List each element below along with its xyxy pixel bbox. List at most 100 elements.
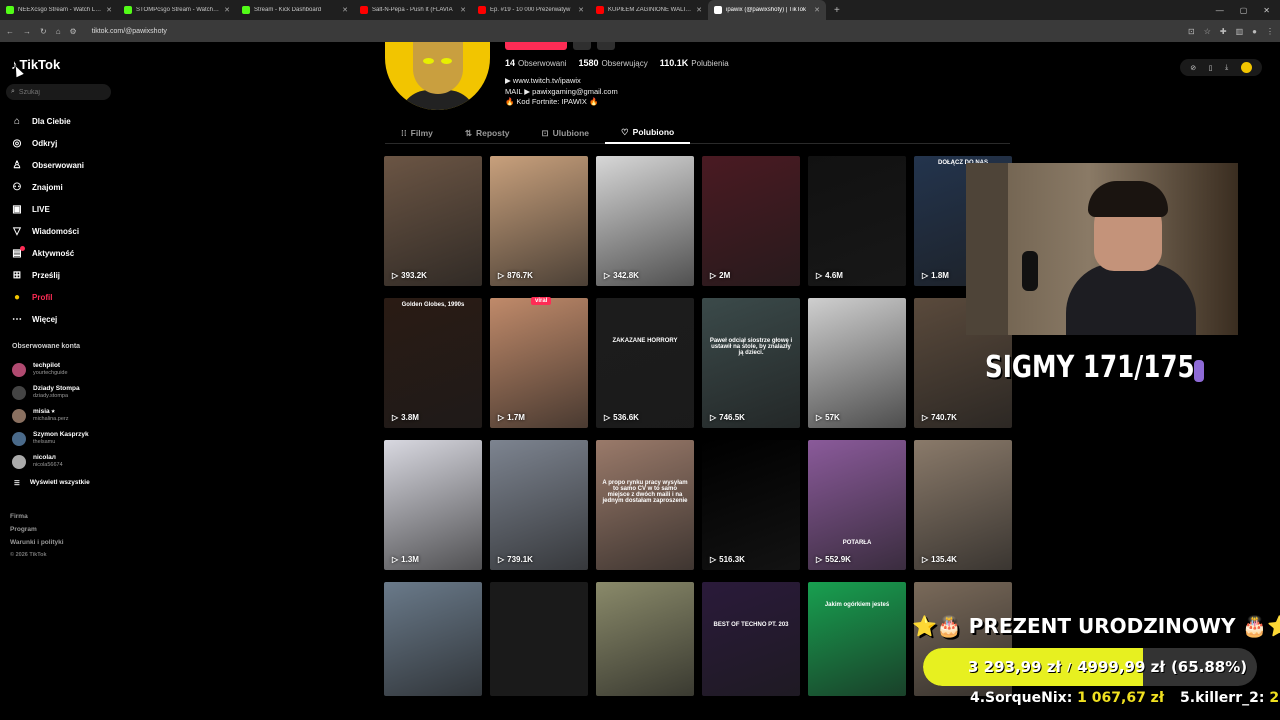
show-all-link[interactable]: ☰ Wyświetl wszystkie xyxy=(14,479,90,487)
tab-icon: ⁞⁞ xyxy=(401,128,407,138)
video-tile[interactable]: ZAKAZANE HORRORY ▷ 536.6K xyxy=(596,298,694,428)
sidebar-item-messages[interactable]: ▽ Wiadomości xyxy=(10,220,84,242)
profile-icon[interactable]: ● xyxy=(1252,27,1257,36)
sidebar-item-label: Dla Ciebie xyxy=(32,116,71,126)
tab-close-icon[interactable]: ✕ xyxy=(106,6,112,14)
tab-reposty[interactable]: ⇅ Reposty xyxy=(449,122,526,144)
followed-account[interactable]: Szymon Kasprzyk thelsamu xyxy=(12,427,89,450)
sidebar-item-more[interactable]: ⋯ Więcej xyxy=(10,308,84,330)
sidebar-item-label: Aktywność xyxy=(32,248,75,258)
footer-link-program[interactable]: Program xyxy=(10,523,64,536)
sidebar-item-friends[interactable]: ⚇ Znajomi xyxy=(10,176,84,198)
sidebar-item-upload[interactable]: ⊞ Prześlij xyxy=(10,264,84,286)
video-tile[interactable]: Paweł odciął siostrze głowę i ustawił na… xyxy=(702,298,800,428)
tab-close-icon[interactable]: ✕ xyxy=(460,6,466,14)
settings-button[interactable] xyxy=(573,42,591,50)
video-tile[interactable]: ▷ 342.8K xyxy=(596,156,694,286)
video-tile[interactable]: Golden Globes, 1990s ▷ 3.8M xyxy=(384,298,482,428)
follow-button[interactable] xyxy=(505,42,567,50)
browser-tab[interactable]: STOMPcsgo Stream - Watch Live ✕ xyxy=(118,0,236,20)
search-input[interactable] xyxy=(18,88,99,96)
stat-following[interactable]: 14 Obserwowani xyxy=(505,58,566,68)
sidepanel-icon[interactable]: ▥ xyxy=(1236,27,1244,36)
followed-account[interactable]: techpilot yourtechguide xyxy=(12,358,89,381)
close-window-icon[interactable]: ✕ xyxy=(1263,6,1270,15)
avatar xyxy=(12,408,26,423)
tab-close-icon[interactable]: ✕ xyxy=(342,6,348,14)
views-count: 516.3K xyxy=(719,555,745,564)
tab-filmy[interactable]: ⁞⁞ Filmy xyxy=(385,122,449,144)
browser-tab[interactable]: NEEXcsgo Stream - Watch Live ✕ xyxy=(0,0,118,20)
tab-ulubione[interactable]: ⊡ Ulubione xyxy=(526,122,605,144)
site-info-icon[interactable]: ⚙ xyxy=(70,27,77,36)
browser-tab[interactable]: Salt-N-Pepa - Push It (FLAVIA ✕ xyxy=(354,0,472,20)
star-icon[interactable]: ☆ xyxy=(1204,27,1211,36)
device-icon[interactable]: ▯ xyxy=(1209,64,1213,72)
sidebar-item-live[interactable]: ▣ LIVE xyxy=(10,198,84,220)
video-tile[interactable]: A propo rynku pracy wysyłam to samo CV w… xyxy=(596,440,694,570)
minimize-icon[interactable]: — xyxy=(1216,6,1224,15)
video-tile[interactable]: ▷ 57K xyxy=(808,298,906,428)
video-tile[interactable]: ▷ 1.7M xyxy=(490,298,588,428)
sidebar-item-activity[interactable]: ▤ Aktywność xyxy=(10,242,84,264)
coins-icon[interactable]: ⊘ xyxy=(1190,64,1196,72)
install-icon[interactable]: ⊡ xyxy=(1188,27,1195,36)
maximize-icon[interactable]: ▢ xyxy=(1240,6,1248,15)
tab-close-icon[interactable]: ✕ xyxy=(224,6,230,14)
tab-polubiono[interactable]: ♡ Polubiono xyxy=(605,122,691,144)
user-avatar[interactable] xyxy=(1240,62,1252,73)
video-tile[interactable] xyxy=(596,582,694,696)
sidebar-item-profile[interactable]: ● Profil xyxy=(10,286,84,308)
back-icon[interactable]: ← xyxy=(6,27,14,36)
search-box[interactable]: ⌕ xyxy=(6,84,111,100)
browser-tab[interactable]: ipawix (@pawixshoty) | TikTok ✕ xyxy=(708,0,826,20)
stat-followers[interactable]: 1580 Obserwujący xyxy=(578,58,647,68)
followed-account[interactable]: nicolaл nicola56674 xyxy=(12,450,89,473)
extensions-icon[interactable]: ✚ xyxy=(1220,27,1227,36)
footer-link-company[interactable]: Firma xyxy=(10,510,64,523)
video-tile[interactable]: ▷ 1.3M xyxy=(384,440,482,570)
tab-close-icon[interactable]: ✕ xyxy=(578,6,584,14)
followed-account[interactable]: Dziady Stompa dziady.stompa xyxy=(12,381,89,404)
video-tile[interactable]: ▷ 516.3K xyxy=(702,440,800,570)
sidebar-item-home[interactable]: ⌂ Dla Ciebie xyxy=(10,110,84,132)
share-button[interactable] xyxy=(597,42,615,50)
video-tile[interactable] xyxy=(384,582,482,696)
video-tile[interactable] xyxy=(490,582,588,696)
new-tab-button[interactable]: + xyxy=(826,5,848,16)
play-icon: ▷ xyxy=(604,271,611,280)
browser-tab[interactable]: KUPIŁEM ZAGINIONE WALIZK ✕ xyxy=(590,0,708,20)
url-field[interactable]: tiktok.com/@pawixshoty xyxy=(92,28,167,35)
video-tile[interactable]: ▷ 2M xyxy=(702,156,800,286)
views-count: 740.7K xyxy=(931,413,957,422)
browser-tab[interactable]: Ep. #19 - 10 000 Prezerwatyw ✕ xyxy=(472,0,590,20)
goal-current: 3 293,99 zł xyxy=(968,658,1062,676)
video-tile[interactable]: ▷ 4.6M xyxy=(808,156,906,286)
video-tile[interactable]: ▷ 135.4K xyxy=(914,440,1012,570)
video-tile[interactable]: ▷ 876.7K xyxy=(490,156,588,286)
footer-link-terms[interactable]: Warunki i polityki xyxy=(10,536,64,549)
followed-account[interactable]: misia ⭑ michalina.perz xyxy=(12,404,89,427)
menu-icon[interactable]: ⋮ xyxy=(1266,27,1274,36)
download-icon[interactable]: ⤓ xyxy=(1225,64,1228,72)
tab-close-icon[interactable]: ✕ xyxy=(814,6,820,14)
video-tile[interactable]: BEST OF TECHNO PT. 203 xyxy=(702,582,800,696)
video-views: ▷ 746.5K xyxy=(710,413,745,422)
video-tile[interactable]: POTARŁA ▷ 552.9K xyxy=(808,440,906,570)
video-tile[interactable]: ▷ 739.1K xyxy=(490,440,588,570)
avatar-eye-right xyxy=(441,58,452,64)
reload-icon[interactable]: ↻ xyxy=(40,27,47,36)
video-tile[interactable]: ▷ 393.2K xyxy=(384,156,482,286)
views-count: 2M xyxy=(719,271,731,280)
browser-tab[interactable]: Stream - Kick Dashboard ✕ xyxy=(236,0,354,20)
address-bar: ← → ↻ ⌂ ⚙ tiktok.com/@pawixshoty ⊡ ☆ ✚ ▥… xyxy=(0,20,1280,42)
sidebar-item-following[interactable]: ♙ Obserwowani xyxy=(10,154,85,176)
bio-twitch-link[interactable]: ▶ www.twitch.tv/ipawix xyxy=(505,76,618,87)
forward-icon[interactable]: → xyxy=(23,27,31,36)
account-handle: yourtechguide xyxy=(33,370,68,376)
home-icon[interactable]: ⌂ xyxy=(56,27,61,36)
video-views: ▷ 536.6K xyxy=(604,413,639,422)
tab-close-icon[interactable]: ✕ xyxy=(696,6,702,14)
sidebar-item-compass[interactable]: ◎ Odkryj xyxy=(10,132,84,154)
video-tile[interactable]: Jakim ogórkiem jesteś xyxy=(808,582,906,696)
